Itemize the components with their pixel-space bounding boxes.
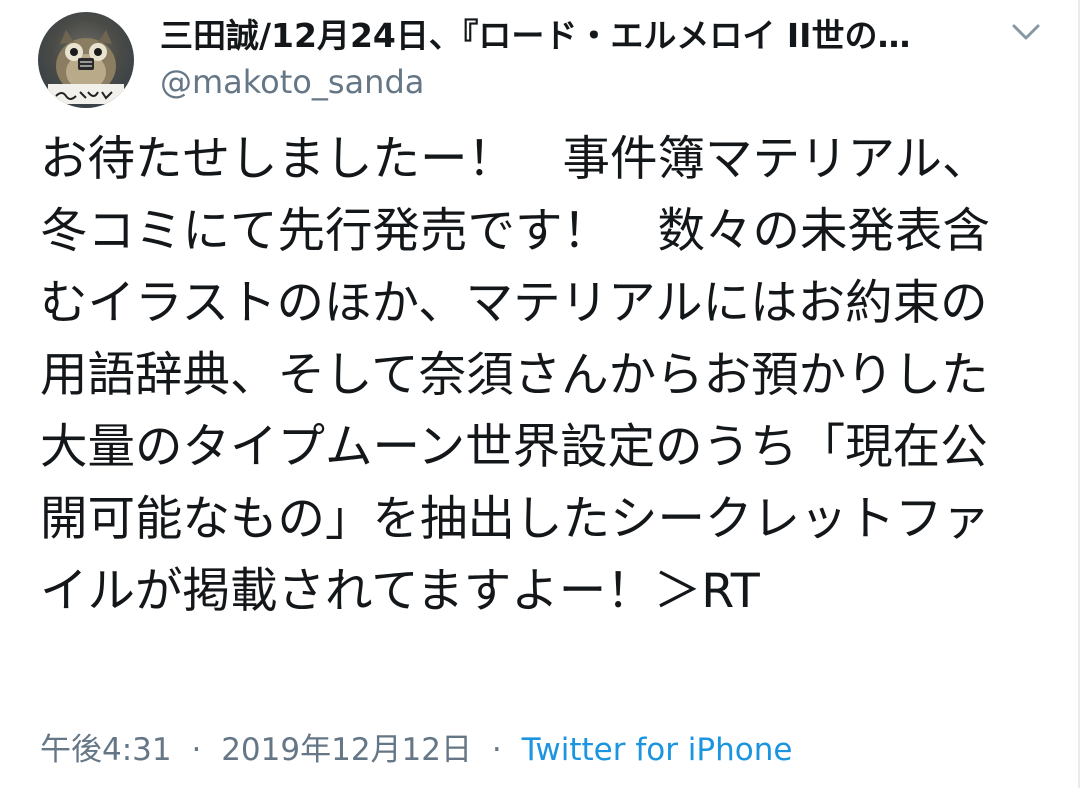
meta-separator: · [491,732,502,768]
display-name[interactable]: 三田誠/12月24日、『ロード・エルメロイ II世の… [160,14,980,58]
user-handle[interactable]: @makoto_sanda [160,60,424,104]
tweet-source-link[interactable]: Twitter for iPhone [522,732,793,768]
tweet-time[interactable]: 午後4:31 [40,732,172,768]
meta-separator: · [191,732,202,768]
chevron-down-icon[interactable] [1004,14,1048,50]
avatar[interactable] [38,12,134,108]
tweet-text: お待たせしましたー！ 事件簿マテリアル、冬コミにて先行発売です！ 数々の未発表含… [40,132,990,619]
tweet-meta: 午後4:31 · 2019年12月12日 · Twitter for iPhon… [40,728,792,772]
tweet-card: 三田誠/12月24日、『ロード・エルメロイ II世の… @makoto_sand… [0,0,1080,788]
owl-avatar-icon [48,30,124,104]
tweet-date[interactable]: 2019年12月12日 [221,732,472,768]
